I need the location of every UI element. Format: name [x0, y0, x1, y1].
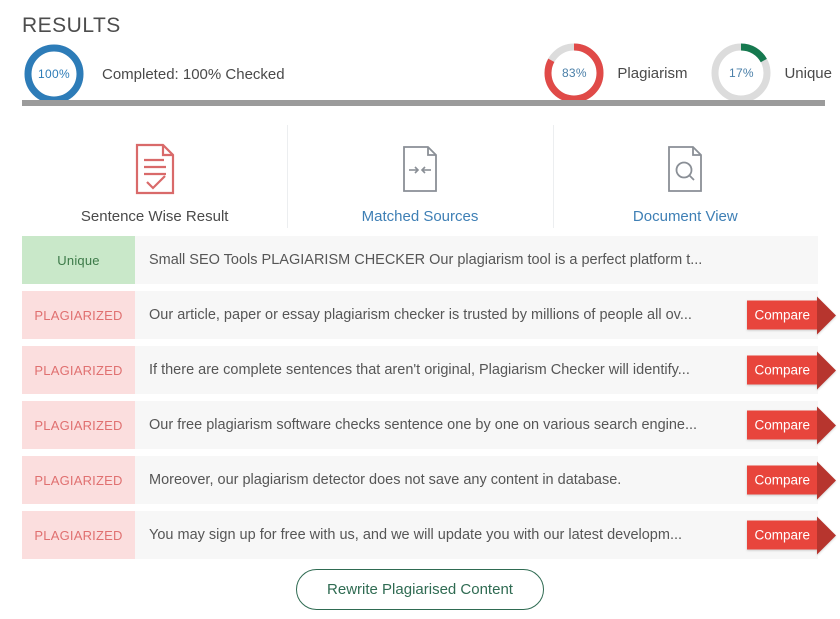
unique-gauge: 17% — [709, 41, 773, 105]
result-row: PLAGIARIZED You may sign up for free with… — [22, 511, 836, 559]
compare-button-label: Compare — [747, 355, 817, 385]
tab-label-matched-sources: Matched Sources — [361, 208, 479, 225]
completion-gauge-label: 100% — [38, 67, 70, 81]
unique-label: Unique — [784, 64, 832, 82]
result-sentence-text: You may sign up for free with us, and we… — [149, 527, 683, 543]
result-row: PLAGIARIZED Moreover, our plagiarism dete… — [22, 456, 836, 504]
plagiarism-gauge: 83% — [542, 41, 606, 105]
result-row: Unique Small SEO Tools PLAGIARISM CHECKER… — [22, 236, 818, 284]
document-check-icon — [133, 143, 177, 195]
status-badge: Unique — [22, 236, 135, 284]
compare-arrow-icon — [817, 516, 836, 554]
rewrite-plagiarised-content-button[interactable]: Rewrite Plagiarised Content — [296, 569, 544, 610]
plagiarism-gauge-label: 83% — [561, 66, 587, 80]
completion-text: Completed: 100% Checked — [102, 65, 285, 83]
plagiarism-score: 83% Plagiarism — [542, 41, 687, 105]
compare-button-label: Compare — [747, 465, 817, 495]
status-badge: PLAGIARIZED — [22, 511, 135, 559]
compare-button[interactable]: Compare — [747, 296, 836, 334]
results-header: RESULTS 100% Completed: 100% Checked 83%… — [0, 0, 840, 110]
unique-score: 17% Unique — [709, 41, 832, 105]
result-row: PLAGIARIZED Our free plagiarism software … — [22, 401, 836, 449]
status-badge: PLAGIARIZED — [22, 291, 135, 339]
compare-button-label: Compare — [747, 520, 817, 550]
compare-button[interactable]: Compare — [747, 516, 836, 554]
result-sentence-text: If there are complete sentences that are… — [149, 362, 690, 378]
result-sentence-text: Moreover, our plagiarism detector does n… — [149, 472, 622, 488]
tab-sentence-wise-result[interactable]: Sentence Wise Result — [22, 122, 287, 230]
compare-button[interactable]: Compare — [747, 351, 836, 389]
status-badge: PLAGIARIZED — [22, 346, 135, 394]
compare-arrow-icon — [817, 296, 836, 334]
compare-button-label: Compare — [747, 300, 817, 330]
footer-actions: Rewrite Plagiarised Content — [0, 569, 840, 610]
document-search-icon — [665, 144, 705, 194]
document-arrows-icon — [400, 144, 440, 194]
result-sentence-text: Our free plagiarism software checks sent… — [149, 417, 698, 433]
tab-label-document-view: Document View — [632, 208, 738, 225]
tab-document-view[interactable]: Document View — [552, 122, 818, 230]
result-row: PLAGIARIZED If there are complete sentenc… — [22, 346, 836, 394]
status-badge: PLAGIARIZED — [22, 456, 135, 504]
compare-button[interactable]: Compare — [747, 406, 836, 444]
compare-button[interactable]: Compare — [747, 461, 836, 499]
tab-matched-sources[interactable]: Matched Sources — [287, 122, 552, 230]
plagiarism-label: Plagiarism — [617, 64, 688, 82]
score-summary: 83% Plagiarism 17% Unique — [542, 41, 832, 105]
compare-arrow-icon — [817, 351, 836, 389]
sentence-results-list: Unique Small SEO Tools PLAGIARISM CHECKER… — [22, 236, 836, 566]
compare-button-label: Compare — [747, 410, 817, 440]
status-badge: PLAGIARIZED — [22, 401, 135, 449]
tab-label-sentence-wise-result: Sentence Wise Result — [80, 208, 229, 225]
unique-gauge-label: 17% — [728, 66, 754, 80]
compare-arrow-icon — [817, 406, 836, 444]
completion-status: 100% Completed: 100% Checked — [22, 42, 285, 106]
result-sentence-text: Small SEO Tools PLAGIARISM CHECKER Our p… — [149, 252, 703, 268]
compare-arrow-icon — [817, 461, 836, 499]
result-sentence-text: Our article, paper or essay plagiarism c… — [149, 307, 692, 323]
header-divider — [22, 100, 825, 106]
result-row: PLAGIARIZED Our article, paper or essay p… — [22, 291, 836, 339]
page-title: RESULTS — [22, 14, 121, 37]
completion-gauge: 100% — [22, 42, 86, 106]
result-tabs: Sentence Wise Result Matched Sources Doc — [22, 122, 818, 230]
